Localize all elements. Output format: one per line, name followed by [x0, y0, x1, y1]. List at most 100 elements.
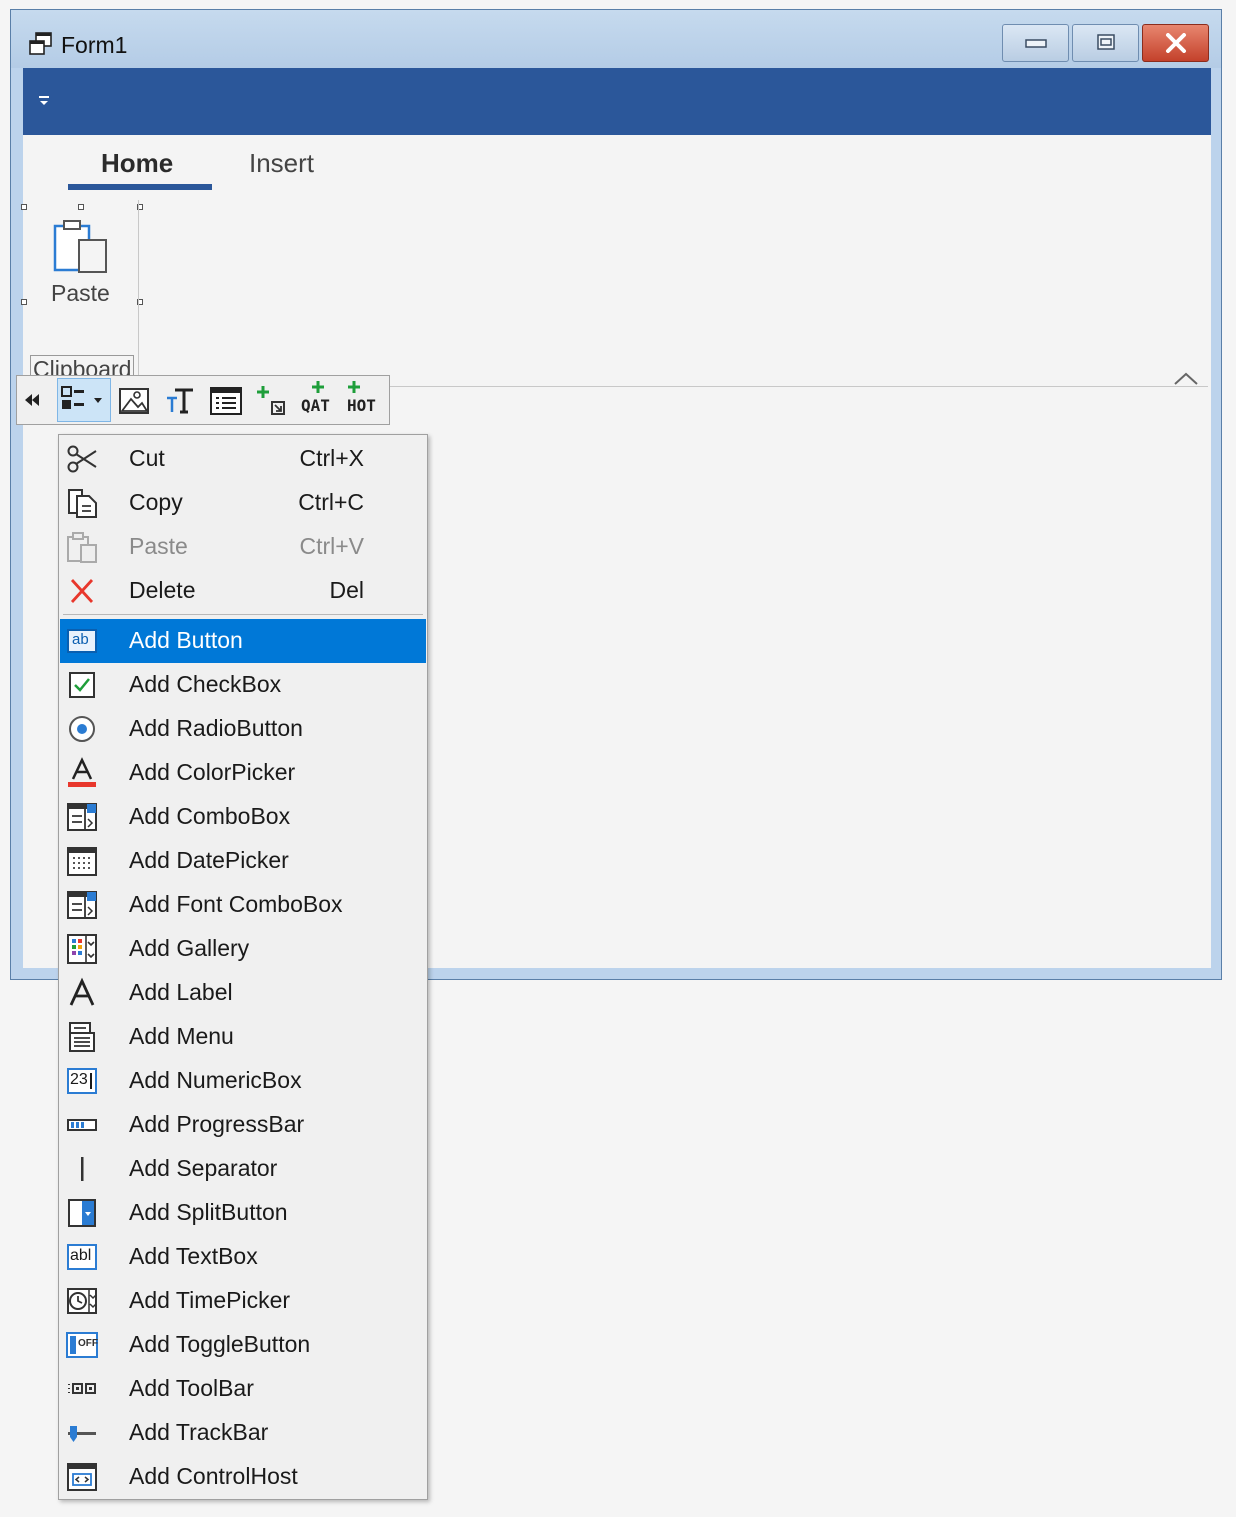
- context-menu: Cut Ctrl+X Copy Ctrl+C Paste Ctrl+V Dele…: [58, 434, 428, 1500]
- togglebutton-icon-text: OFF: [78, 1338, 98, 1349]
- menu-item-label: Add Separator: [129, 1155, 278, 1181]
- menu-item-label: Add NumericBox: [129, 1067, 302, 1093]
- menu-item-label: Add ComboBox: [129, 803, 291, 829]
- minimize-icon: [1025, 39, 1047, 48]
- menu-item-add-radiobutton[interactable]: Add RadioButton: [60, 707, 426, 751]
- radiobutton-icon: [69, 716, 95, 742]
- menu-item-label: Add TextBox: [129, 1243, 258, 1269]
- trackbar-icon: [68, 1426, 96, 1442]
- menu-item-label: Add SplitButton: [129, 1199, 288, 1225]
- maximize-button[interactable]: [1072, 24, 1139, 62]
- numericbox-icon-text: 23: [70, 1071, 88, 1088]
- hot-text: HOT: [347, 396, 376, 415]
- text-icon[interactable]: [163, 384, 197, 418]
- menu-item-add-button[interactable]: ab Add Button: [60, 619, 426, 663]
- title-bar[interactable]: Form1: [11, 10, 1221, 68]
- separator-icon: [81, 1157, 84, 1181]
- menu-item-label: Add Font ComboBox: [129, 891, 343, 917]
- progressbar-icon: [67, 1119, 97, 1131]
- collapse-arrows-icon[interactable]: [23, 392, 41, 408]
- menu-item-add-datepicker[interactable]: Add DatePicker: [60, 839, 426, 883]
- button-icon-text: ab: [72, 631, 89, 648]
- menu-item-label: Add Label: [129, 979, 233, 1005]
- menu-item-copy[interactable]: Copy Ctrl+C: [60, 481, 426, 525]
- menu-item-delete[interactable]: Delete Del: [60, 569, 426, 613]
- combobox-icon: [67, 803, 97, 831]
- delete-icon: [70, 579, 94, 603]
- checkbox-icon: [69, 672, 95, 698]
- menu-item-add-splitbutton[interactable]: Add SplitButton: [60, 1191, 426, 1235]
- menu-item-label: Copy: [129, 489, 183, 515]
- menu-item-add-checkbox[interactable]: Add CheckBox: [60, 663, 426, 707]
- add-plus-icon: [348, 381, 360, 393]
- selection-handle[interactable]: [21, 204, 27, 210]
- close-icon: [1166, 33, 1186, 53]
- tab-home[interactable]: Home: [101, 148, 173, 179]
- menu-item-add-toolbar[interactable]: Add ToolBar: [60, 1367, 426, 1411]
- splitbutton-icon: [68, 1199, 96, 1227]
- menu-item-add-trackbar[interactable]: Add TrackBar: [60, 1411, 426, 1455]
- menu-item-shortcut: Ctrl+V: [299, 533, 364, 559]
- menu-item-label: Add DatePicker: [129, 847, 289, 873]
- add-hot-icon[interactable]: HOT: [345, 380, 385, 420]
- menu-item-add-numericbox[interactable]: 23 Add NumericBox: [60, 1059, 426, 1103]
- menu-item-add-textbox[interactable]: abl Add TextBox: [60, 1235, 426, 1279]
- menu-item-add-combobox[interactable]: Add ComboBox: [60, 795, 426, 839]
- timepicker-icon: [67, 1288, 97, 1314]
- close-button[interactable]: [1142, 24, 1209, 62]
- paste-icon[interactable]: [53, 218, 109, 274]
- minimize-button[interactable]: [1002, 24, 1069, 62]
- qat-customize-icon[interactable]: [37, 94, 51, 108]
- menu-item-label: Add Button: [129, 627, 243, 653]
- paste-icon: [67, 532, 97, 563]
- menu-item-add-progressbar[interactable]: Add ProgressBar: [60, 1103, 426, 1147]
- menu-item-add-controlhost[interactable]: Add ControlHost: [60, 1455, 426, 1499]
- chevron-up-icon[interactable]: [1173, 371, 1199, 387]
- add-qat-icon[interactable]: QAT: [299, 380, 339, 420]
- menu-item-cut[interactable]: Cut Ctrl+X: [60, 437, 426, 481]
- menu-item-add-gallery[interactable]: Add Gallery: [60, 927, 426, 971]
- menu-item-shortcut: Ctrl+C: [298, 489, 364, 515]
- font-combobox-icon: [67, 891, 97, 919]
- gallery-icon: [67, 934, 97, 964]
- add-item-dropdown-icon: [61, 386, 102, 409]
- label-icon: [69, 977, 95, 1006]
- selection-handle[interactable]: [78, 204, 84, 210]
- menu-item-add-togglebutton[interactable]: OFF Add ToggleButton: [60, 1323, 426, 1367]
- menu-item-label: Add TrackBar: [129, 1419, 269, 1445]
- menu-item-label: Add CheckBox: [129, 671, 282, 697]
- paste-button-label[interactable]: Paste: [51, 280, 110, 307]
- selection-handle[interactable]: [21, 299, 27, 305]
- menu-item-label: Add ToggleButton: [129, 1331, 311, 1357]
- copy-icon: [68, 489, 97, 518]
- menu-item-add-separator[interactable]: Add Separator: [60, 1147, 426, 1191]
- textbox-icon-text: abl: [70, 1247, 92, 1264]
- add-item-icon[interactable]: [255, 384, 289, 418]
- menu-item-add-colorpicker[interactable]: Add ColorPicker: [60, 751, 426, 795]
- menu-icon: [69, 1022, 95, 1052]
- menu-separator: [63, 614, 423, 615]
- menu-item-label: Add Gallery: [129, 935, 250, 961]
- menu-item-add-label[interactable]: Add Label: [60, 971, 426, 1015]
- add-plus-icon: [312, 381, 324, 393]
- button-icon: ab: [67, 629, 97, 653]
- form-icon: [29, 32, 52, 55]
- designer-smart-toolbar: QAT HOT: [16, 375, 390, 425]
- menu-item-add-timepicker[interactable]: Add TimePicker: [60, 1279, 426, 1323]
- properties-icon[interactable]: [209, 384, 243, 418]
- menu-item-paste[interactable]: Paste Ctrl+V: [60, 525, 426, 569]
- menu-item-label: Add ToolBar: [129, 1375, 254, 1401]
- add-item-dropdown-button[interactable]: [57, 378, 111, 422]
- controlhost-icon: [67, 1463, 97, 1491]
- picture-icon[interactable]: [117, 384, 151, 418]
- qat-text: QAT: [301, 396, 330, 415]
- menu-item-shortcut: Ctrl+X: [299, 445, 364, 471]
- colorpicker-icon: [68, 757, 96, 787]
- menu-item-label: Delete: [129, 577, 196, 603]
- tab-insert[interactable]: Insert: [249, 148, 314, 179]
- menu-item-label: Add ColorPicker: [129, 759, 296, 785]
- menu-item-add-font-combobox[interactable]: Add Font ComboBox: [60, 883, 426, 927]
- menu-item-add-menu[interactable]: Add Menu: [60, 1015, 426, 1059]
- togglebutton-knob: [70, 1336, 76, 1354]
- menu-item-label: Add ControlHost: [129, 1463, 298, 1489]
